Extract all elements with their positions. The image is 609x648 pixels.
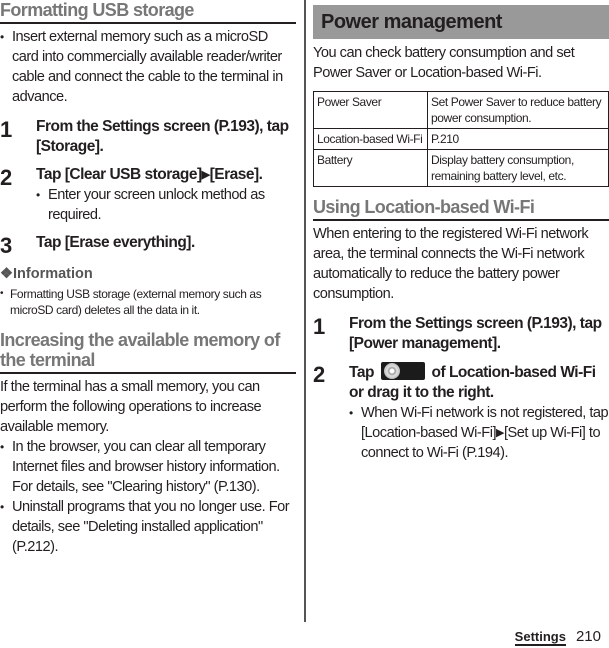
step-text: Tap [Erase everything]. [36,234,195,251]
step-text-a: Tap [349,364,374,381]
memory-bullet: Uninstall programs that you no longer us… [0,497,296,557]
step-number: 2 [313,362,326,387]
toggle-switch-icon [380,362,425,380]
column-divider [304,0,306,622]
power-management-header: Power management [313,5,609,39]
table-value: P.210 [427,128,609,150]
format-step-2: 2 Tap [Clear USB storage]▶[Erase]. Enter… [0,165,296,225]
step-number: 1 [0,117,13,142]
table-row: Power Saver Set Power Saver to reduce ba… [313,91,609,129]
arrow-right-icon: ▶ [496,427,504,439]
wifi-intro: When entering to the registered Wi-Fi ne… [313,226,589,302]
step-number: 2 [0,165,13,190]
section-title-memory: Increasing the available memory of the t… [0,330,296,374]
table-key: Power Saver [313,91,428,129]
information-bullet: Formatting USB storage (external memory … [0,286,296,318]
table-row: Battery Display battery consumption, rem… [313,149,609,187]
table-value: Set Power Saver to reduce battery power … [427,91,609,129]
step-text: From the Settings screen (P.193), tap [P… [349,315,602,352]
wifi-step-1: 1 From the Settings screen (P.193), tap … [313,314,609,354]
step-number: 3 [0,233,13,258]
step-text: Tap [Clear USB storage]▶[Erase]. [36,165,296,185]
power-intro: You can check battery consumption and se… [313,45,575,81]
wifi-step-2: 2 Tap of Location-based Wi-Fi or drag it… [313,362,609,463]
table-key: Location-based Wi-Fi [313,128,428,150]
footer-section-label: Settings [514,629,566,646]
page-number: 210 [575,628,601,645]
toggle-knob-icon [383,363,400,379]
table-key: Battery [313,149,428,187]
format-bullet: Insert external memory such as a microSD… [0,27,296,107]
step-number: 1 [313,314,326,339]
table-value: Display battery consumption, remaining b… [427,149,609,187]
step-text-b: [Erase]. [209,166,263,183]
power-settings-table: Power Saver Set Power Saver to reduce ba… [313,91,609,187]
section-title-formatting: Formatting USB storage [0,0,296,24]
step-text: Tap of Location-based Wi-Fi or drag it t… [349,362,609,403]
page-footer: Settings 210 [514,628,601,646]
format-step-3: 3 Tap [Erase everything]. [0,233,296,258]
step-text-a: Tap [Clear USB storage] [36,166,202,183]
memory-bullet: In the browser, you can clear all tempor… [0,437,296,497]
memory-intro: If the terminal has a small memory, you … [0,379,262,435]
arrow-right-icon: ▶ [201,169,210,181]
step-note: Enter your screen unlock method as requi… [36,185,296,225]
information-heading: ❖Information [0,266,93,282]
table-row: Location-based Wi-Fi P.210 [313,128,609,150]
left-column: Formatting USB storage Insert external m… [0,0,296,557]
section-title-wifi: Using Location-based Wi-Fi [313,197,609,221]
right-column: Power management You can check battery c… [313,0,609,463]
step-text: From the Settings screen (P.193), tap [S… [36,118,289,155]
step-note: When Wi-Fi network is not registered, ta… [349,403,609,463]
format-step-1: 1 From the Settings screen (P.193), tap … [0,117,296,157]
